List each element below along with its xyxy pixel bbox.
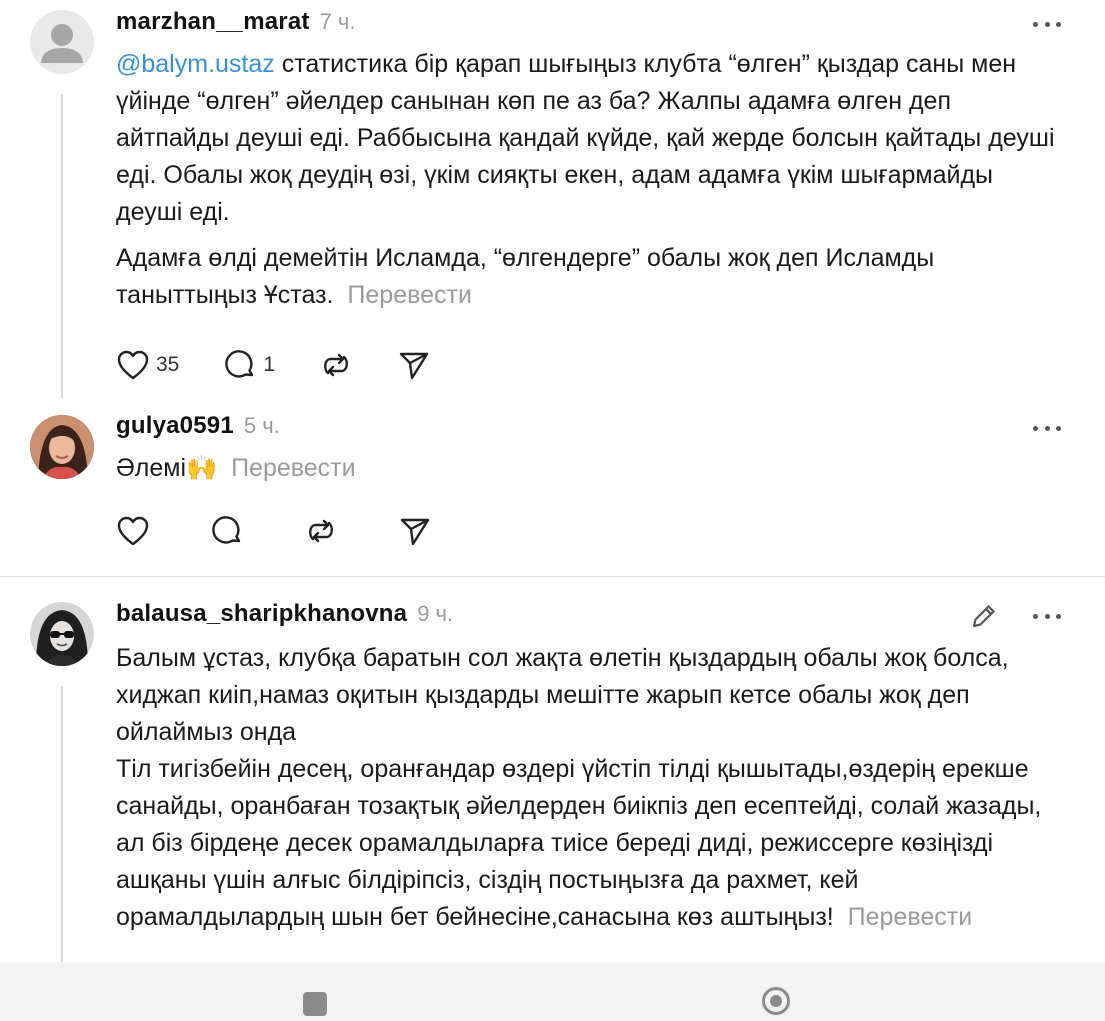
more-dots-icon[interactable] [1033,611,1061,621]
pencil-icon[interactable] [969,601,999,636]
reply-button[interactable]: 1 [223,348,275,382]
repost-icon [324,353,348,377]
repost-button[interactable] [319,348,353,382]
username[interactable]: balausa_sharipkhanovna [116,600,407,628]
circle-nav-icon[interactable] [762,987,790,1015]
default-user-icon [41,24,83,63]
comment-text: @balym.ustaz статистика бір қарап шығыңы… [116,46,1066,314]
more-dots-icon[interactable] [1033,19,1061,29]
heart-icon [117,516,149,546]
like-button[interactable] [116,515,150,547]
comment-header: balausa_sharipkhanovna 9 ч. [116,600,453,628]
thread-line [61,94,63,398]
threads-comments-screen: marzhan__marat 7 ч. @balym.ustaz статист… [0,0,1105,1021]
reply-button[interactable] [210,514,244,548]
repost-button[interactable] [304,514,338,548]
system-navigation-bar [0,962,1105,1021]
username[interactable]: gulya0591 [116,412,234,440]
comment-text: Әлемі🙌 Перевести [116,450,1066,487]
avatar-photo [30,602,94,666]
translate-link[interactable]: Перевести [347,281,472,309]
avatar-placeholder[interactable] [30,10,94,74]
thread-line [61,686,63,962]
action-bar: 35 1 [116,348,475,382]
action-bar [116,514,476,548]
paragraph-text: Адамға өлді демейтін Исламда, “өлгендерг… [116,244,935,309]
heart-icon [117,350,149,380]
timestamp: 7 ч. [319,9,356,34]
comment-bubble-icon [212,516,241,544]
section-divider [0,576,1105,577]
reply-count: 1 [263,353,276,376]
share-button[interactable] [397,348,431,382]
user-avatar[interactable] [30,602,94,666]
like-count: 35 [156,353,180,376]
user-mention[interactable]: @balym.ustaz [116,50,275,78]
translate-link[interactable]: Перевести [231,454,356,482]
comment-header: marzhan__marat 7 ч. [116,8,355,36]
avatar-photo [30,415,94,479]
more-dots-icon[interactable] [1033,423,1061,433]
square-nav-icon[interactable] [303,992,327,1016]
repost-icon [309,519,333,543]
translate-link[interactable]: Перевести [848,903,973,931]
paragraph-text: Балым ұстаз, клубқа баратын сол жақта өл… [116,644,1009,746]
user-avatar[interactable] [30,415,94,479]
timestamp: 5 ч. [243,413,280,438]
comment-bubble-icon [225,350,254,378]
username[interactable]: marzhan__marat [116,8,310,36]
send-icon [400,518,430,546]
send-icon [399,352,429,380]
timestamp: 9 ч. [417,601,454,626]
comment-text: Балым ұстаз, клубқа баратын сол жақта өл… [116,640,1066,936]
comment-header: gulya0591 5 ч. [116,412,280,440]
like-button[interactable]: 35 [116,349,179,381]
share-button[interactable] [398,514,432,548]
paragraph-text: Әлемі🙌 [116,454,218,482]
